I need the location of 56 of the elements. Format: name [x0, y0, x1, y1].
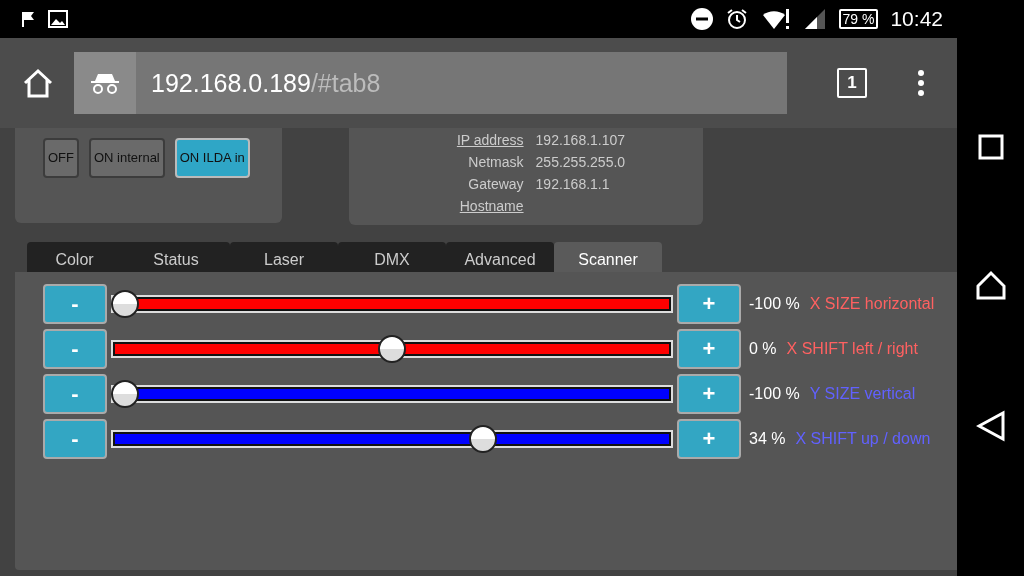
minus-button[interactable]: - [43, 329, 107, 369]
tab[interactable]: Scanner [554, 242, 662, 272]
plus-button[interactable]: + [677, 329, 741, 369]
slider-thumb[interactable] [468, 425, 497, 453]
tab-count-button[interactable]: 1 [837, 68, 867, 98]
url-host: 192.168.0.189 [151, 68, 311, 98]
network-link[interactable]: IP address [379, 132, 524, 148]
flag-icon [20, 10, 36, 28]
network-value: 192.168.1.107 [535, 132, 627, 148]
url-path: /#tab8 [310, 68, 381, 98]
menu-icon[interactable] [917, 69, 925, 97]
plus-button[interactable]: + [677, 374, 741, 414]
minus-button[interactable]: - [43, 419, 107, 459]
slider-track[interactable] [111, 379, 673, 409]
network-label: Gateway [467, 176, 524, 192]
battery-icon: 79 % [838, 9, 879, 29]
network-value: 255.255.255.0 [535, 154, 627, 170]
slider-track[interactable] [111, 424, 673, 454]
back-icon[interactable] [975, 410, 1006, 442]
tab[interactable]: DMX [338, 242, 446, 272]
slider-label: Y SIZE vertical [809, 385, 916, 403]
home-icon[interactable] [974, 270, 1007, 300]
mode-button[interactable]: ON internal [89, 138, 165, 178]
tab[interactable]: Status [122, 242, 230, 272]
slider-reading: -100 % [749, 385, 800, 403]
slider-track[interactable] [111, 289, 673, 319]
slider-thumb[interactable] [111, 290, 139, 318]
do-not-disturb-icon [690, 8, 713, 30]
network-label: Netmask [467, 154, 524, 170]
slider-label: X SIZE horizontal [809, 295, 935, 313]
slider-label: X SHIFT up / down [795, 430, 931, 448]
slider-thumb[interactable] [378, 335, 406, 363]
slider-reading: -100 % [749, 295, 800, 313]
slider-label: X SHIFT left / right [786, 340, 918, 358]
mode-button[interactable]: ON ILDA in [174, 138, 250, 178]
network-link[interactable]: Hostname [379, 198, 524, 214]
tab[interactable]: Color [27, 242, 122, 272]
minus-button[interactable]: - [43, 284, 107, 324]
tab[interactable]: Advanced [446, 242, 554, 272]
overview-icon[interactable] [977, 134, 1004, 160]
slider-reading: 34 % [749, 430, 786, 448]
tab[interactable]: Laser [230, 242, 338, 272]
mode-button[interactable]: OFF [43, 138, 79, 178]
minus-button[interactable]: - [43, 374, 107, 414]
plus-button[interactable]: + [677, 284, 741, 324]
slider-track[interactable] [111, 334, 673, 364]
slider-thumb[interactable] [111, 380, 139, 408]
image-icon [48, 10, 68, 28]
wifi-icon [760, 7, 791, 31]
plus-button[interactable]: + [677, 419, 741, 459]
network-value: 192.168.1.1 [535, 176, 611, 192]
home-icon[interactable] [22, 68, 54, 98]
address-bar[interactable]: 192.168.0.189/#tab8 [74, 52, 787, 114]
clock-time: 10:42 [890, 7, 943, 31]
incognito-icon [74, 52, 136, 114]
slider-reading: 0 % [749, 340, 777, 358]
